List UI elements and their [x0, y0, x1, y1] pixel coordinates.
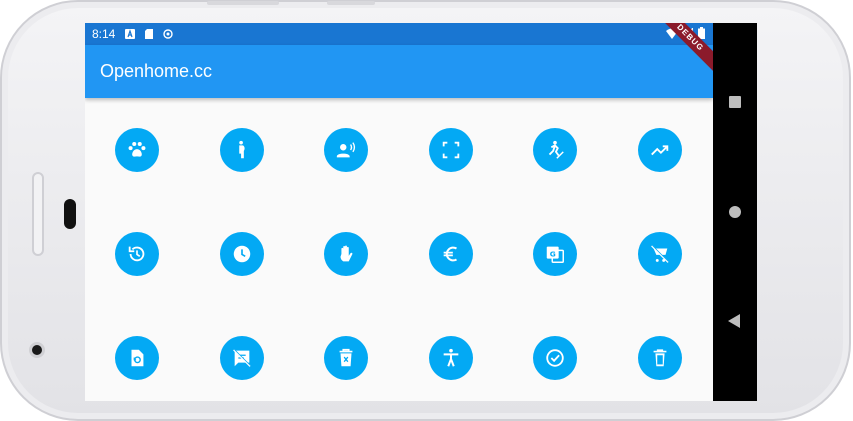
speaker-notes-off-icon[interactable] [220, 336, 264, 380]
pets-icon[interactable] [115, 128, 159, 172]
status-time: 8:14 [92, 27, 116, 41]
home-button[interactable] [729, 206, 741, 218]
earpiece-speaker [64, 199, 76, 229]
check-circle-outline-icon[interactable] [533, 336, 577, 380]
screen: 8:14 DEBUG Openhome.cc G [85, 23, 713, 401]
navigation-bar [713, 23, 757, 401]
pregnant-woman-icon[interactable] [220, 128, 264, 172]
back-button[interactable] [728, 314, 740, 328]
delete-forever-icon[interactable] [324, 336, 368, 380]
front-camera [29, 342, 45, 358]
remove-shopping-cart-icon[interactable] [638, 232, 682, 276]
restore-page-icon[interactable] [115, 336, 159, 380]
record-voice-over-icon[interactable] [324, 128, 368, 172]
delete-icon[interactable] [638, 336, 682, 380]
font-download-icon [125, 29, 136, 39]
trending-up-icon[interactable] [638, 128, 682, 172]
euro-icon[interactable] [429, 232, 473, 276]
sync-icon [163, 29, 174, 39]
power-button [327, 1, 375, 5]
crop-free-icon[interactable] [429, 128, 473, 172]
pan-tool-icon[interactable] [324, 232, 368, 276]
g-translate-icon[interactable]: G [533, 232, 577, 276]
accessibility-icon[interactable] [429, 336, 473, 380]
schedule-icon[interactable] [220, 232, 264, 276]
recents-button[interactable] [729, 96, 741, 108]
sports-hockey-icon[interactable] [533, 128, 577, 172]
volume-button [207, 1, 279, 5]
app-title: Openhome.cc [100, 61, 213, 81]
svg-text:G: G [550, 249, 556, 258]
sd-card-icon [145, 29, 154, 39]
status-bar: 8:14 [85, 23, 713, 45]
app-bar: Openhome.cc [85, 45, 713, 98]
side-rail [32, 172, 44, 256]
restore-icon[interactable] [115, 232, 159, 276]
icon-grid: G [85, 98, 713, 401]
